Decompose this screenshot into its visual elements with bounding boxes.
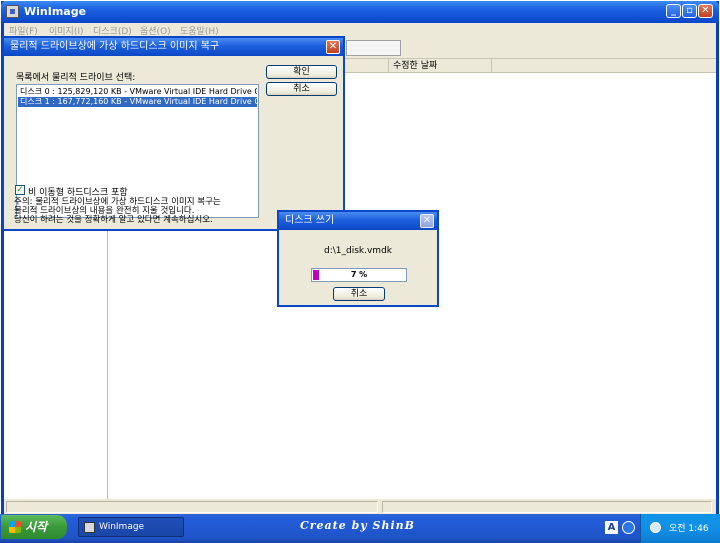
window-title: WinImage <box>24 5 87 18</box>
window-titlebar[interactable]: WinImage _ ▫ ✕ <box>1 1 719 23</box>
taskbar: 시작 WinImage Create by ShinB A 오전 1:46 <box>0 514 720 543</box>
write-dialog-close-button: ✕ <box>420 214 434 228</box>
restore-cancel-button[interactable]: 취소 <box>266 82 337 96</box>
desktop-screen: WinImage _ ▫ ✕ 파일(F) 이미지(I) 디스크(D) 옵션(O)… <box>0 0 720 543</box>
status-panel-left <box>6 501 378 513</box>
start-button[interactable]: 시작 <box>1 515 67 539</box>
target-filename: d:\1_disk.vmdk <box>324 246 392 256</box>
ime-icon[interactable] <box>622 521 635 534</box>
column-header-extra[interactable] <box>492 59 716 73</box>
language-indicator[interactable]: A <box>605 521 618 534</box>
winimage-task-icon <box>84 522 95 533</box>
watermark-text: Create by ShinB <box>300 519 415 532</box>
restore-dialog-close-button[interactable]: ✕ <box>326 40 340 54</box>
tray-clock[interactable]: 오전 1:46 <box>669 521 709 534</box>
taskbar-item-label: WinImage <box>99 522 145 532</box>
toolbar-path-field[interactable] <box>346 40 401 56</box>
write-progress-bar: 7 % <box>311 268 407 282</box>
restore-dialog-title: 물리적 드라이브상에 가상 하드디스크 이미지 복구 <box>4 38 343 56</box>
drive-select-label: 목록에서 물리적 드라이브 선택: <box>16 73 136 83</box>
network-icon[interactable] <box>650 522 661 533</box>
maximize-button[interactable]: ▫ <box>682 4 697 18</box>
winimage-app-icon <box>6 5 19 18</box>
column-header-modified[interactable]: 수정한 날짜 <box>389 59 492 73</box>
drive-list-item[interactable]: 디스크 0 : 125,829,120 KB - VMware Virtual … <box>18 87 257 97</box>
status-bar <box>4 499 716 514</box>
non-removable-checkbox[interactable]: ✓ <box>15 185 25 195</box>
windows-logo-icon <box>9 521 21 533</box>
disk-write-dialog: 디스크 쓰기 ✕ d:\1_disk.vmdk 7 % 취소 <box>277 210 439 307</box>
progress-percent-label: 7 % <box>350 270 368 279</box>
write-cancel-button[interactable]: 취소 <box>333 287 385 301</box>
system-tray: 오전 1:46 <box>640 514 720 543</box>
minimize-button[interactable]: _ <box>666 4 681 18</box>
drive-list-item-selected[interactable]: 디스크 1 : 167,772,160 KB - VMware Virtual … <box>18 97 257 107</box>
taskbar-item-winimage[interactable]: WinImage <box>78 517 184 537</box>
restore-physical-drive-dialog: 물리적 드라이브상에 가상 하드디스크 이미지 복구 ✕ 목록에서 물리적 드라… <box>2 36 345 231</box>
write-dialog-title: 디스크 쓰기 <box>279 212 437 230</box>
status-panel-right <box>382 501 712 513</box>
close-button[interactable]: ✕ <box>698 4 713 18</box>
menu-bar: 파일(F) 이미지(I) 디스크(D) 옵션(O) 도움말(H) <box>4 23 716 37</box>
ok-button[interactable]: 확인 <box>266 65 337 79</box>
start-label: 시작 <box>25 520 48 534</box>
